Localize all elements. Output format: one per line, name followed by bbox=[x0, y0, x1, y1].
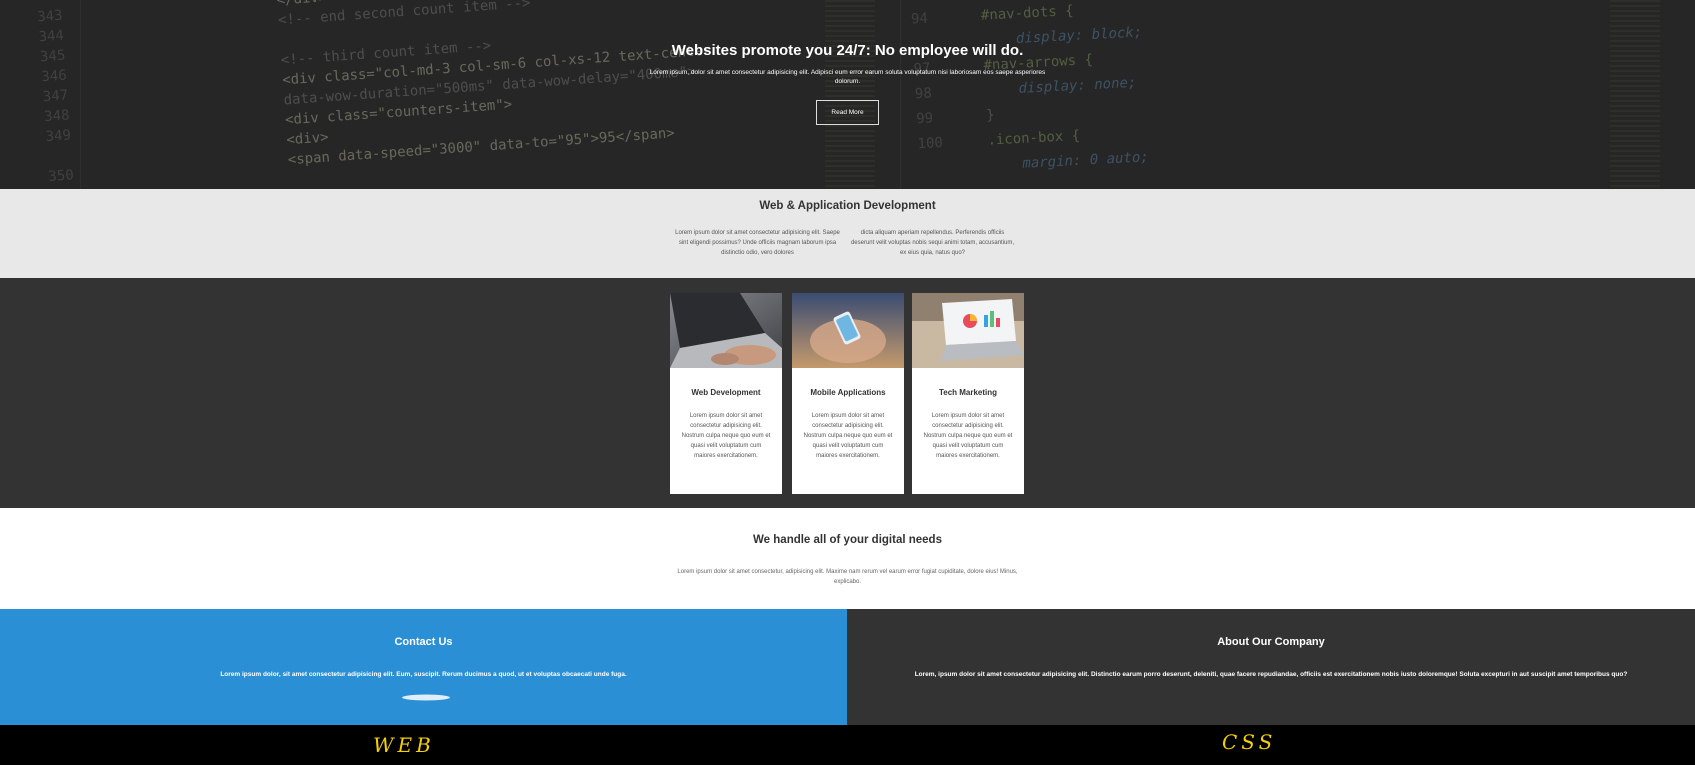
contact-link[interactable] bbox=[401, 694, 451, 701]
laptop-typing-image bbox=[670, 293, 782, 368]
about-section: About Our Company Lorem, ipsum dolor sit… bbox=[847, 609, 1695, 725]
web-app-text-right: dicta aliquam aperiam repellendus. Perfe… bbox=[850, 230, 1015, 256]
web-app-section: Web & Application Development Lorem ipsu… bbox=[0, 189, 1695, 278]
card-title: Web Development bbox=[691, 388, 761, 397]
card-text: Lorem ipsum dolor sit amet consectetur a… bbox=[923, 413, 1013, 459]
card-title: Mobile Applications bbox=[810, 388, 886, 397]
contact-text: Lorem ipsum dolor, sit amet consectetur … bbox=[220, 671, 627, 678]
hero-section: 343</div>344<!-- end second count item -… bbox=[0, 0, 1695, 189]
footer: WEB CSS bbox=[0, 725, 1695, 765]
laptop-charts-image bbox=[912, 293, 1024, 368]
about-text: Lorem, ipsum dolor sit amet consectetur … bbox=[914, 671, 1628, 678]
contact-section: Contact Us Lorem ipsum dolor, sit amet c… bbox=[0, 609, 847, 725]
brand-css-logo[interactable]: CSS bbox=[1222, 730, 1276, 754]
digital-needs-title: We handle all of your digital needs bbox=[753, 534, 942, 546]
service-card-web-development[interactable]: Web Development Lorem ipsum dolor sit am… bbox=[670, 293, 782, 494]
web-app-columns: Lorem ipsum dolor sit amet consectetur a… bbox=[675, 228, 1015, 258]
web-app-text-left: Lorem ipsum dolor sit amet consectetur a… bbox=[675, 230, 840, 256]
service-card-mobile-applications[interactable]: Mobile Applications Lorem ipsum dolor si… bbox=[792, 293, 904, 494]
web-app-title: Web & Application Development bbox=[759, 200, 936, 212]
card-text: Lorem ipsum dolor sit amet consectetur a… bbox=[803, 413, 893, 459]
card-title: Tech Marketing bbox=[938, 388, 998, 397]
digital-needs-section: We handle all of your digital needs Lore… bbox=[0, 508, 1695, 609]
read-more-button[interactable]: Read More bbox=[816, 100, 879, 125]
hero-title: Websites promote you 24/7: No employee w… bbox=[671, 42, 1024, 59]
brand-web-logo[interactable]: WEB bbox=[373, 733, 435, 757]
hero-content: Websites promote you 24/7: No employee w… bbox=[640, 42, 1055, 125]
card-text: Lorem ipsum dolor sit amet consectetur a… bbox=[681, 413, 771, 459]
phone-hand-image bbox=[792, 293, 904, 368]
services-section: Web Development Lorem ipsum dolor sit am… bbox=[0, 278, 1695, 508]
digital-needs-text: Lorem ipsum dolor sit amet consectetur, … bbox=[677, 569, 1018, 585]
service-card-tech-marketing[interactable]: Tech Marketing Lorem ipsum dolor sit ame… bbox=[912, 293, 1024, 494]
hero-text: Lorem ipsum, dolor sit amet consectetur … bbox=[649, 69, 1046, 85]
contact-title: Contact Us bbox=[394, 636, 453, 648]
about-title: About Our Company bbox=[1217, 636, 1325, 648]
